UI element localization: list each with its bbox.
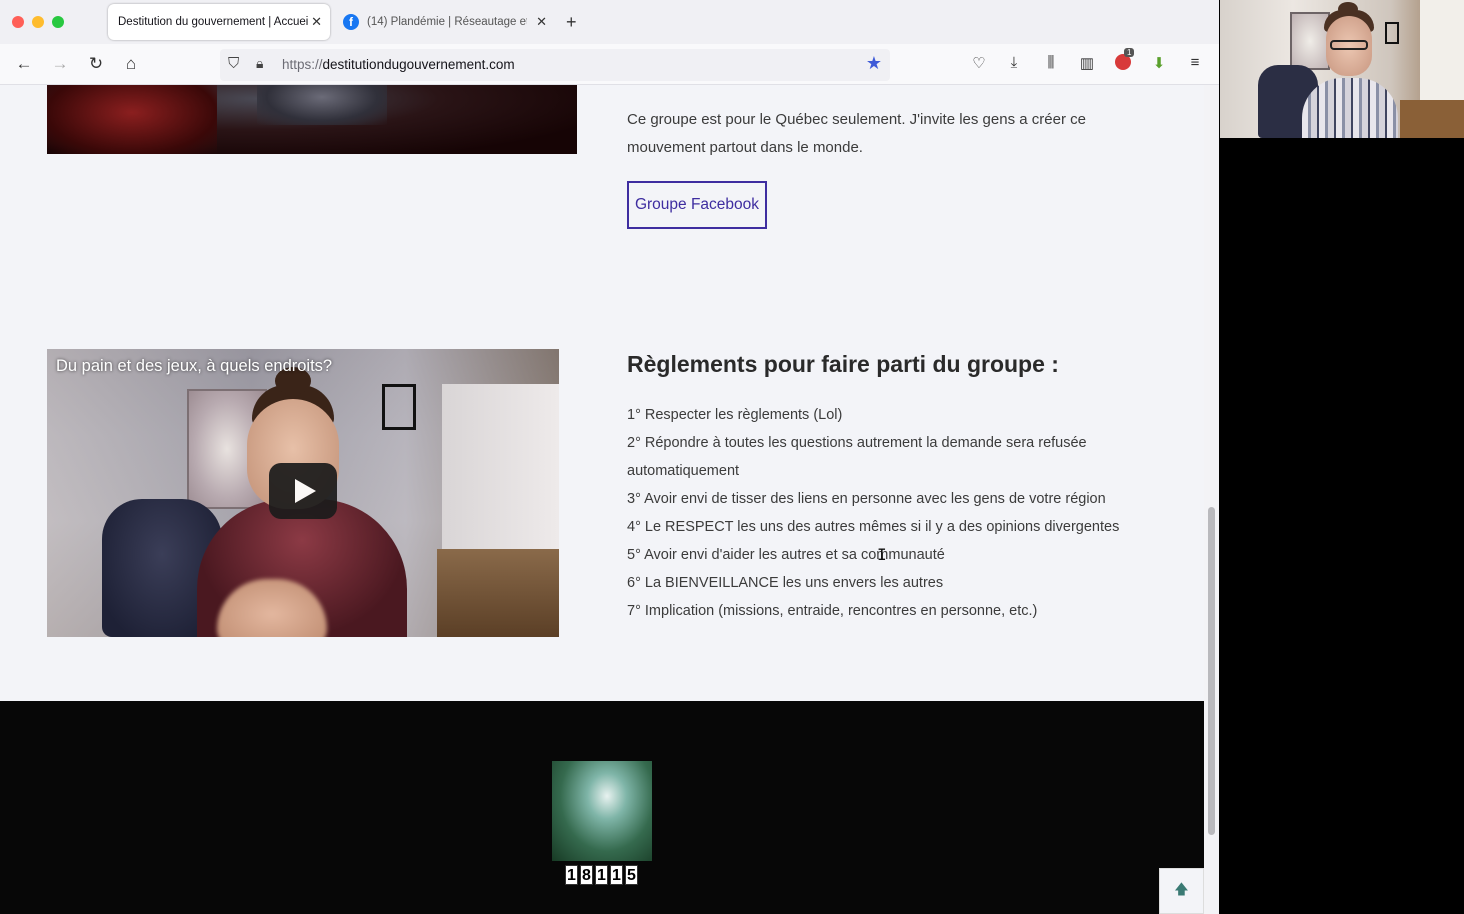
lock-icon[interactable]: 🔒︎ [256,55,263,72]
video-title[interactable]: Du pain et des jeux, à quels endroits? [56,357,332,376]
page-content: Ce groupe est pour le Québec seulement. … [0,85,1204,914]
counter-digit: 1 [565,865,578,885]
close-tab-icon[interactable]: ✕ [311,14,322,30]
library-icon[interactable]: ⫼ [1040,54,1062,71]
tab-destitution[interactable]: Destitution du gouvernement | Accueil ✕ [108,4,330,40]
bookmark-star-icon[interactable]: ★ [866,53,882,74]
shield-icon[interactable]: ⛉ [228,55,239,72]
scrollbar[interactable] [1204,85,1219,914]
rule-item-continued: automatiquement [627,463,740,479]
footer-image [552,761,652,861]
counter-digit: 8 [580,865,593,885]
intro-line-1: Ce groupe est pour le Québec seulement. … [627,111,1086,128]
extension-icon[interactable]: ⬇ [1148,54,1170,72]
counter-digit: 1 [595,865,608,885]
menu-icon[interactable]: ≡ [1184,54,1206,71]
rule-item: 2° Répondre à toutes les questions autre… [627,435,1087,451]
rule-item: 3° Avoir envi de tisser des liens en per… [627,491,1106,507]
rules-list: 1° Respecter les règlements (Lol) 2° Rép… [627,401,1167,625]
forward-icon[interactable]: → [49,54,71,74]
scrollbar-thumb[interactable] [1208,507,1215,835]
url-text[interactable]: https://destitutiondugouvernement.com [282,57,515,72]
pocket-icon[interactable]: ♡ [968,54,990,72]
play-icon[interactable] [269,463,337,519]
header-image [47,85,577,154]
close-window-button[interactable] [12,16,24,28]
tab-facebook[interactable]: f (14) Plandémie | Réseautage et ... ✕ [333,4,555,40]
reload-icon[interactable]: ↻ [85,54,107,74]
facebook-group-button[interactable]: Groupe Facebook [627,181,767,229]
scroll-to-top-button[interactable]: 🡅 [1159,868,1204,914]
counter-digit: 5 [625,865,638,885]
facebook-icon: f [343,14,359,30]
maximize-window-button[interactable] [52,16,64,28]
sidebar-icon[interactable]: ▥ [1076,54,1098,72]
minimize-window-button[interactable] [32,16,44,28]
download-icon[interactable]: ⤓ [1003,54,1025,71]
tab-strip: Destitution du gouvernement | Accueil ✕ … [0,0,1219,44]
intro-line-2: mouvement partout dans le monde. [627,139,863,156]
browser-window: Destitution du gouvernement | Accueil ✕ … [0,0,1219,914]
nav-bar: ← → ↻ ⌂ ⛉ 🔒︎ https://destitutiondugouver… [0,44,1219,85]
new-tab-icon[interactable]: + [566,12,577,33]
url-protocol: https:// [282,57,323,72]
close-tab-icon[interactable]: ✕ [536,14,547,30]
webcam-background [1220,138,1464,914]
url-bar[interactable]: ⛉ 🔒︎ https://destitutiondugouvernement.c… [220,49,890,81]
rule-item: 4° Le RESPECT les uns des autres mêmes s… [627,519,1120,535]
webcam-overlay [1220,0,1464,138]
home-icon[interactable]: ⌂ [120,54,142,74]
visitor-counter: 1 8 1 1 5 [565,865,638,885]
back-icon[interactable]: ← [13,54,35,74]
text-cursor-icon: I [877,545,887,564]
url-host: destitutiondugouvernement.com [322,57,515,72]
video-player[interactable]: Du pain et des jeux, à quels endroits? [47,349,559,637]
rule-item: 5° Avoir envi d'aider les autres et sa c… [627,547,945,563]
rule-item: 6° La BIENVEILLANCE les uns envers les a… [627,575,944,591]
rule-item: 7° Implication (missions, entraide, renc… [627,603,1038,619]
adblock-icon[interactable]: 1 [1112,48,1135,74]
counter-digit: 1 [610,865,623,885]
tab-title: (14) Plandémie | Réseautage et ... [367,16,527,28]
tab-title: Destitution du gouvernement | Accueil [118,16,308,28]
rules-heading: Règlements pour faire parti du groupe : [627,351,1059,377]
footer: 1 8 1 1 5 [0,701,1204,914]
rule-item: 1° Respecter les règlements (Lol) [627,407,843,423]
arrow-up-icon: 🡅 [1174,881,1189,897]
adblock-badge: 1 [1124,48,1135,57]
